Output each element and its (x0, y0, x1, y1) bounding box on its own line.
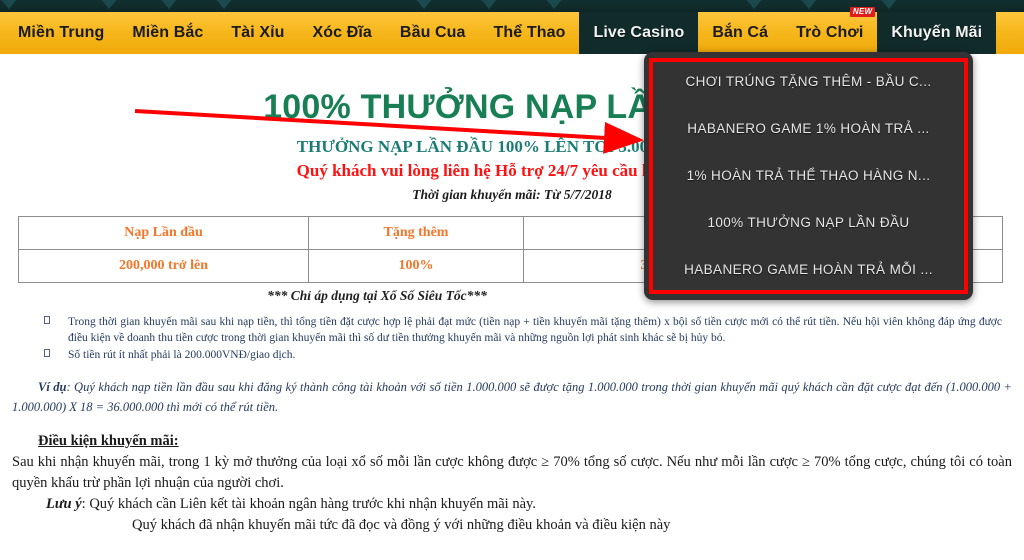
nav-item-bắn-cá[interactable]: Bắn Cá (698, 12, 782, 54)
nav-item-xóc-đĩa[interactable]: Xóc Đĩa (299, 12, 386, 54)
nav-item-label: Tài Xỉu (231, 24, 285, 41)
dropdown-item-3[interactable]: 100% THƯỞNG NẠP LẦN ĐẦU (644, 210, 973, 236)
example-label: Ví dụ (38, 380, 67, 394)
nav-item-label: Miền Trung (18, 24, 105, 41)
list-item-text: Số tiền rút ít nhất phải là 200.000VNĐ/g… (68, 349, 296, 361)
banner-decor-icon (745, 0, 763, 9)
nav-item-miền-bắc[interactable]: Miền Bắc (118, 12, 217, 54)
nav-item-trò-chơi[interactable]: Trò Chơi NEW (782, 7, 877, 54)
terms-bullets: Trong thời gian khuyến mãi sau khi nạp t… (22, 314, 1002, 363)
nav-item-bầu-cua[interactable]: Bầu Cua (386, 12, 480, 54)
banner-decor-icon (415, 0, 433, 9)
dropdown-item-0[interactable]: CHƠI TRÚNG TẶNG THÊM - BẦU C... (644, 69, 973, 95)
banner-decor-icon (0, 0, 18, 9)
banner-decor-icon (880, 0, 898, 9)
nav-item-label: Live Casino (593, 24, 685, 41)
table-header-cell: Tặng thêm (308, 216, 524, 250)
dropdown-item-1[interactable]: HABANERO GAME 1% HOÀN TRẢ ... (644, 116, 973, 142)
new-badge: NEW (849, 7, 876, 17)
banner-decor-icon (545, 0, 563, 9)
nav-item-label: Miền Bắc (132, 24, 204, 41)
banner-decor-icon (480, 0, 498, 9)
note-text-2: Quý khách đã nhận khuyến mãi tức đã đọc … (132, 517, 671, 533)
page-root: Miền Trung Miền Bắc Tài Xỉu Xóc Đĩa Bầu Cua T… (0, 0, 1024, 560)
nav-item-label: Xóc Đĩa (312, 24, 372, 41)
dropdown-item-4[interactable]: HABANERO GAME HOÀN TRẢ MỖI ... (644, 257, 973, 283)
example-paragraph: Ví dụ: Quý khách nạp tiền lần đầu sau kh… (12, 377, 1012, 417)
banner-decor-icon (215, 0, 233, 9)
bullet-marker-icon (22, 314, 68, 330)
dropdown-item-2[interactable]: 1% HOÀN TRẢ THỂ THAO HÀNG N... (644, 163, 973, 189)
promotions-dropdown-menu[interactable]: CHƠI TRÚNG TẶNG THÊM - BẦU C... HABANERO … (644, 52, 973, 300)
note-label: Lưu ý (46, 496, 82, 512)
dropdown-item-list: CHƠI TRÚNG TẶNG THÊM - BẦU C... HABANERO … (644, 52, 973, 300)
nav-item-miền-trung[interactable]: Miền Trung (0, 12, 118, 54)
nav-item-label: Bầu Cua (399, 24, 466, 41)
note-text: : Quý khách cần Liên kết tài khoản ngân … (81, 496, 536, 512)
list-item-text: Trong thời gian khuyến mãi sau khi nạp t… (68, 316, 1002, 344)
nav-item-label: Khuyến Mãi (891, 24, 983, 41)
conditions-heading: Điều kiện khuyến mãi: (38, 433, 179, 449)
list-item: Số tiền rút ít nhất phải là 200.000VNĐ/g… (22, 347, 1002, 363)
banner-decor-icon (100, 0, 118, 9)
table-cell: 100% (308, 249, 524, 283)
banner-decor-icon (800, 0, 818, 9)
banner-decor-icon (160, 0, 178, 9)
dropdown-caret-icon (815, 52, 839, 53)
table-cell: 200,000 trở lên (18, 249, 309, 283)
nav-item-label: Bắn Cá (712, 24, 769, 41)
conditions-note-2: Quý khách đã nhận khuyến mãi tức đã đọc … (12, 515, 1012, 536)
table-header-cell: Nạp Lần đầu (18, 216, 309, 250)
example-text: : Quý khách nạp tiền lần đầu sau khi đăn… (12, 380, 1012, 414)
nav-item-live-casino[interactable]: Live Casino (579, 12, 699, 54)
bullet-marker-icon (22, 347, 68, 363)
nav-item-khuyến-mãi[interactable]: Khuyến Mãi (877, 12, 997, 54)
nav-item-tài-xỉu[interactable]: Tài Xỉu (217, 12, 298, 54)
nav-item-label: Thể Thao (493, 24, 566, 41)
conditions-note: Lưu ý: Quý khách cần Liên kết tài khoản … (12, 494, 1012, 515)
conditions-body: Sau khi nhận khuyến mãi, trong 1 kỳ mở t… (12, 454, 1012, 491)
nav-item-thể-thao[interactable]: Thể Thao (480, 12, 580, 54)
main-navigation: Miền Trung Miền Bắc Tài Xỉu Xóc Đĩa Bầu Cua T… (0, 7, 1024, 54)
nav-item-label: Trò Chơi (796, 24, 864, 41)
list-item: Trong thời gian khuyến mãi sau khi nạp t… (22, 314, 1002, 346)
